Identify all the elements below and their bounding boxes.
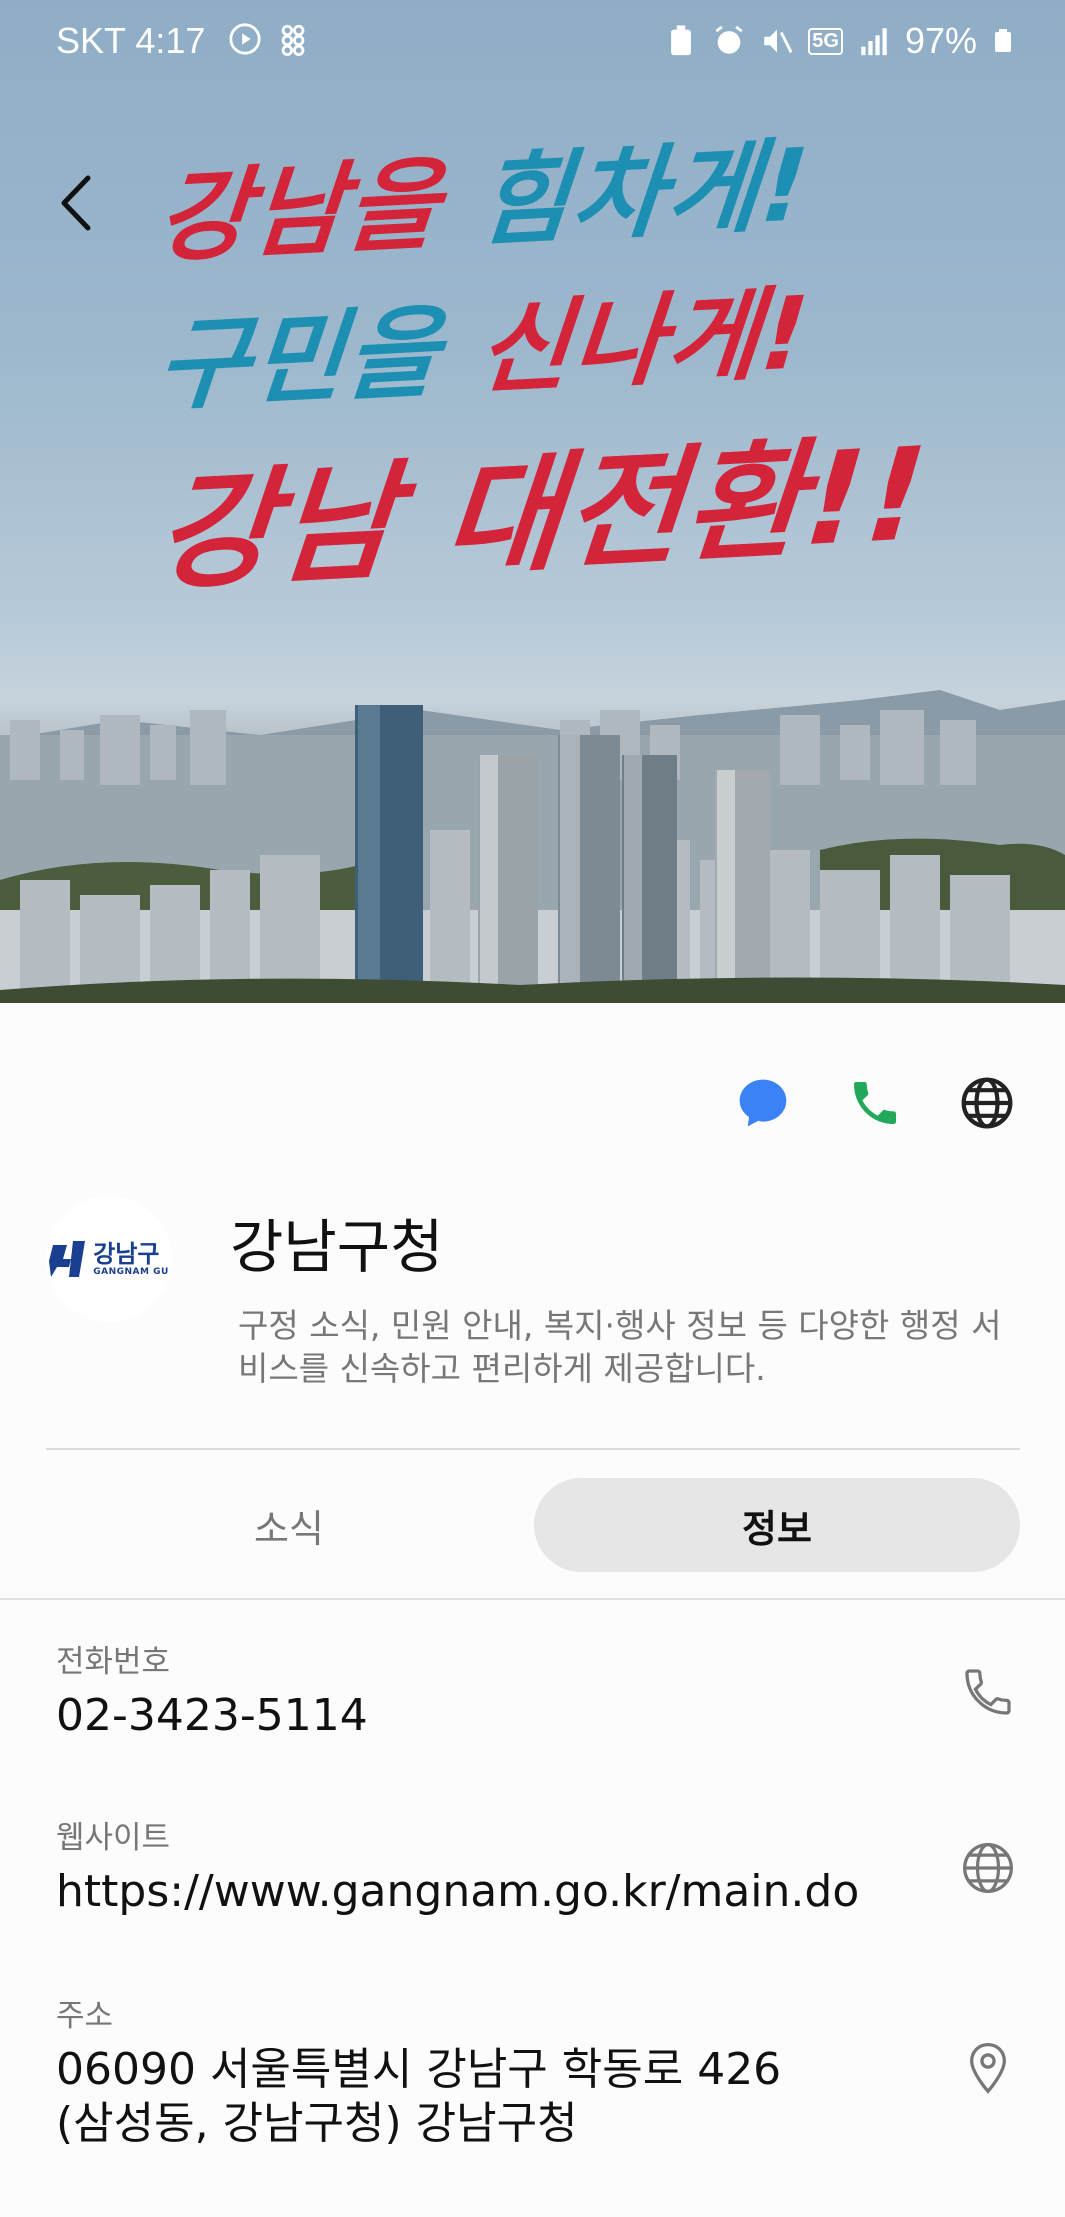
logo-english-text: GANGNAM GU xyxy=(93,1267,169,1277)
phone-number[interactable]: 02-3423-5114 xyxy=(56,1689,1016,1743)
signal-icon xyxy=(861,28,887,56)
channel-description: 구정 소식, 민원 안내, 복지·행사 정보 등 다양한 행정 서비스를 신속하… xyxy=(238,1306,1002,1388)
carrier-time: SKT 4:17 xyxy=(56,20,206,61)
divider xyxy=(0,1598,1065,1600)
chat-bubble-icon xyxy=(739,1079,787,1127)
website-label: 웹사이트 xyxy=(56,1820,171,1856)
city-skyline-image xyxy=(0,690,1065,1003)
phone-label: 전화번호 xyxy=(56,1644,171,1680)
phone-icon[interactable] xyxy=(960,1664,1016,1720)
website-url[interactable]: https://www.gangnam.go.kr/main.do xyxy=(56,1865,1016,1919)
action-buttons xyxy=(725,1065,1025,1141)
tab-info[interactable]: 정보 xyxy=(534,1478,1020,1572)
channel-name: 강남구청 xyxy=(230,1213,444,1281)
phone-row[interactable]: 전화번호 02-3423-5114 xyxy=(56,1636,1016,1743)
play-icon xyxy=(229,23,261,55)
divider xyxy=(46,1448,1020,1450)
location-pin-icon[interactable] xyxy=(960,2040,1016,2096)
status-bar: SKT 4:17 5G 97% xyxy=(0,0,1065,80)
logo-korean-text: 강남구 xyxy=(93,1240,160,1268)
address-line-2: (삼성동, 강남구청) 강남구청 xyxy=(56,2098,578,2149)
battery-percent: 97% xyxy=(904,20,977,61)
call-button[interactable] xyxy=(837,1065,913,1141)
battery-saver-icon xyxy=(671,25,692,56)
mute-icon xyxy=(764,29,793,53)
alarm-icon xyxy=(715,25,743,54)
address-text[interactable]: 06090 서울특별시 강남구 학동로 426 (삼성동, 강남구청) 강남구청 xyxy=(56,2043,1016,2151)
battery-icon xyxy=(995,29,1011,52)
gangnam-logo-mark xyxy=(49,1241,86,1277)
back-arrow-icon[interactable] xyxy=(50,168,100,238)
network-type: 5G xyxy=(808,27,843,55)
tab-news[interactable]: 소식 xyxy=(46,1478,532,1572)
website-button[interactable] xyxy=(949,1065,1025,1141)
globe-icon[interactable] xyxy=(960,1840,1016,1896)
address-row[interactable]: 주소 06090 서울특별시 강남구 학동로 426 (삼성동, 강남구청) 강… xyxy=(56,1990,1016,2151)
address-line-1: 06090 서울특별시 강남구 학동로 426 xyxy=(56,2044,782,2095)
channel-logo: 강남구 GANGNAM GU xyxy=(46,1196,172,1322)
globe-icon xyxy=(961,1077,1013,1129)
address-label: 주소 xyxy=(56,1998,114,2034)
app-grid-icon xyxy=(281,24,305,56)
chat-button[interactable] xyxy=(725,1065,801,1141)
phone-icon xyxy=(854,1082,896,1124)
website-row[interactable]: 웹사이트 https://www.gangnam.go.kr/main.do xyxy=(56,1812,1016,1919)
